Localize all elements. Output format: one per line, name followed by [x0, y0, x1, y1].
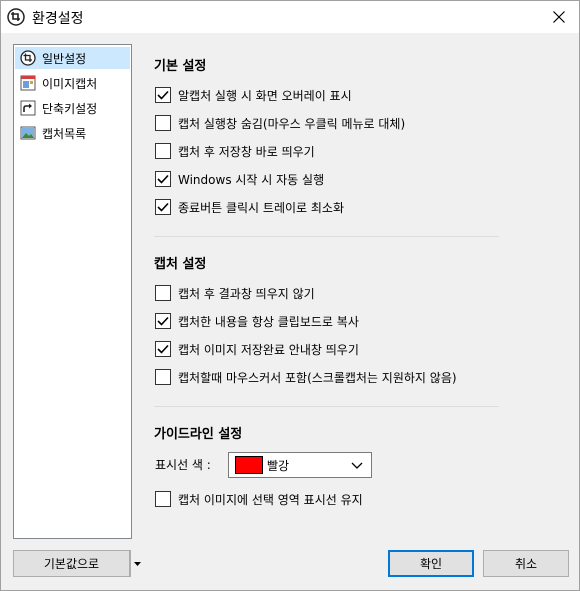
restore-defaults-label: 기본값으로	[43, 557, 100, 571]
sidebar-item-general[interactable]: 일반설정	[15, 47, 130, 69]
caret-down-icon	[133, 561, 141, 566]
option-save-complete-notice[interactable]: 캡처 이미지 저장완료 안내창 띄우기	[155, 340, 359, 358]
app-capture-icon	[7, 8, 25, 26]
checkbox[interactable]	[155, 285, 171, 301]
basic-settings-heading: 기본 설정	[154, 59, 207, 74]
option-label: 캡처 후 저장창 바로 띄우기	[178, 144, 315, 159]
settings-category-list: 일반설정 이미지캡처 단축키설정 캡처목록	[13, 44, 132, 539]
checkmark-icon	[157, 316, 169, 326]
capture-list-icon	[20, 125, 36, 141]
checkbox[interactable]	[155, 87, 171, 103]
checkmark-icon	[157, 202, 169, 212]
sidebar-item-image-capture[interactable]: 이미지캡처	[15, 72, 130, 94]
option-label: 종료버튼 클릭시 트레이로 최소화	[178, 200, 345, 215]
checkmark-icon	[157, 174, 169, 184]
capture-settings-heading: 캡처 설정	[154, 257, 207, 272]
option-open-save-window[interactable]: 캡처 후 저장창 바로 띄우기	[155, 142, 315, 160]
line-color-label: 표시선 색 :	[155, 458, 211, 472]
option-show-overlay[interactable]: 알캡처 실행 시 화면 오버레이 표시	[155, 86, 352, 104]
checkbox[interactable]	[155, 143, 171, 159]
option-label: 캡처할때 마우스커서 포함(스크롤캡처는 지원하지 않음)	[178, 370, 457, 385]
option-label: 캡처 이미지 저장완료 안내창 띄우기	[178, 342, 359, 357]
checkbox[interactable]	[155, 313, 171, 329]
sidebar-item-label: 캡처목록	[42, 126, 87, 141]
checkbox[interactable]	[155, 491, 171, 507]
close-button[interactable]	[544, 5, 574, 29]
line-color-dropdown[interactable]: 빨강	[228, 452, 372, 478]
checkbox[interactable]	[155, 199, 171, 215]
defaults-dropdown-arrow[interactable]	[129, 551, 144, 576]
title-bar: 환경설정	[1, 1, 579, 33]
close-icon	[553, 11, 565, 23]
option-label: 캡처 이미지에 선택 영역 표시선 유지	[178, 492, 363, 507]
color-swatch	[235, 456, 263, 474]
section-divider	[154, 236, 499, 237]
option-label: Windows 시작 시 자동 실행	[178, 172, 325, 187]
shortcut-icon	[20, 100, 36, 116]
cancel-button[interactable]: 취소	[483, 550, 569, 577]
option-keep-guideline[interactable]: 캡처 이미지에 선택 영역 표시선 유지	[155, 490, 363, 508]
sidebar-item-shortcut[interactable]: 단축키설정	[15, 97, 130, 119]
sidebar-item-label: 이미지캡처	[42, 76, 98, 91]
image-capture-icon	[20, 75, 36, 91]
sidebar-item-label: 단축키설정	[42, 101, 98, 116]
option-hide-capture-window[interactable]: 캡처 실행창 숨김(마우스 우클릭 메뉴로 대체)	[155, 114, 405, 132]
option-include-cursor[interactable]: 캡처할때 마우스커서 포함(스크롤캡처는 지원하지 않음)	[155, 368, 457, 386]
option-label: 알캡처 실행 시 화면 오버레이 표시	[178, 88, 352, 103]
window-title: 환경설정	[32, 11, 84, 27]
general-settings-icon	[20, 50, 36, 66]
option-copy-to-clipboard[interactable]: 캡처한 내용을 항상 클립보드로 복사	[155, 312, 359, 330]
restore-defaults-button[interactable]: 기본값으로	[13, 550, 141, 577]
option-label: 캡처 실행창 숨김(마우스 우클릭 메뉴로 대체)	[178, 116, 406, 131]
sidebar-item-capture-list[interactable]: 캡처목록	[15, 122, 130, 144]
checkbox[interactable]	[155, 171, 171, 187]
sidebar-item-label: 일반설정	[42, 51, 87, 66]
checkbox[interactable]	[155, 115, 171, 131]
option-run-at-startup[interactable]: Windows 시작 시 자동 실행	[155, 170, 324, 188]
settings-window: 환경설정 일반설정 이미지캡처 단축키설정 캡처목록 기본 설정 알캡처 실행 …	[0, 0, 580, 591]
guideline-settings-heading: 가이드라인 설정	[154, 427, 243, 442]
option-no-result-window[interactable]: 캡처 후 결과창 띄우지 않기	[155, 284, 315, 302]
option-minimize-to-tray[interactable]: 종료버튼 클릭시 트레이로 최소화	[155, 198, 344, 216]
checkmark-icon	[157, 344, 169, 354]
option-label: 캡처한 내용을 항상 클립보드로 복사	[178, 314, 359, 329]
selected-color-text: 빨강	[267, 458, 290, 473]
option-label: 캡처 후 결과창 띄우지 않기	[178, 286, 315, 301]
chevron-down-icon	[351, 462, 363, 469]
checkmark-icon	[157, 90, 169, 100]
checkbox[interactable]	[155, 369, 171, 385]
checkbox[interactable]	[155, 341, 171, 357]
ok-button[interactable]: 확인	[388, 550, 474, 577]
section-divider	[154, 406, 499, 407]
